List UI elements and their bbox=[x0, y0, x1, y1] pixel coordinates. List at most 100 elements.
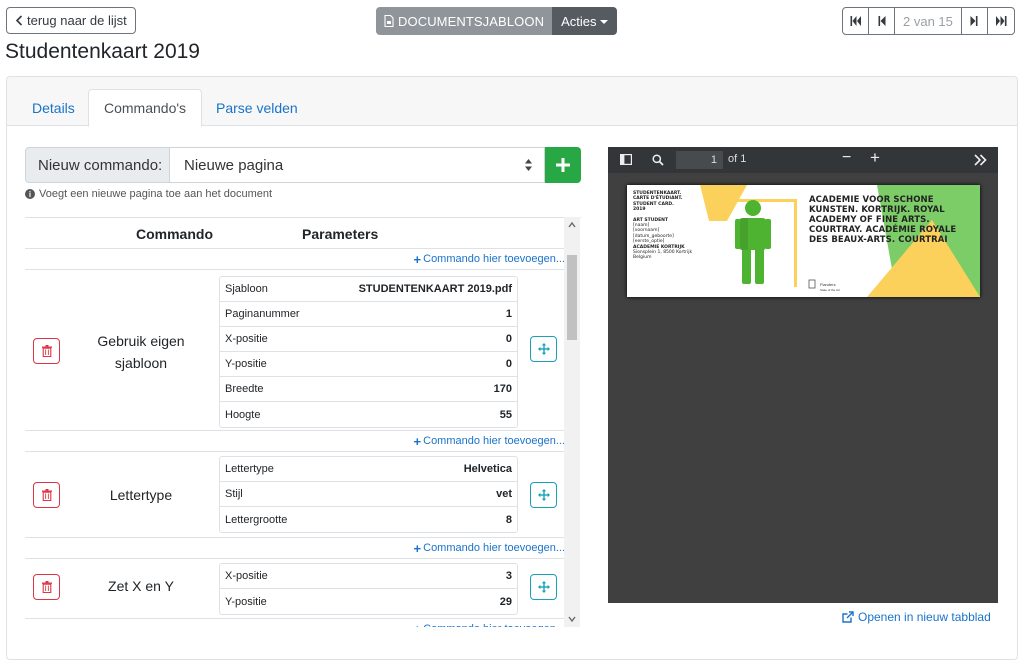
document-template-button[interactable]: DOCUMENTSJABLOON bbox=[376, 7, 553, 35]
move-command-button[interactable] bbox=[530, 336, 557, 362]
plus-icon: + bbox=[413, 251, 422, 267]
zoom-out-icon[interactable]: − bbox=[842, 149, 851, 167]
command-help-text: i Voegt een nieuwe pagina toe aan het do… bbox=[25, 188, 272, 200]
sidebar-toggle-icon[interactable] bbox=[620, 154, 632, 165]
plus-icon: + bbox=[413, 433, 422, 449]
parameter-value: vet bbox=[496, 488, 512, 500]
plus-icon: + bbox=[414, 622, 422, 628]
table-row: Lettertype Lettertype Helvetica Stijl vet … bbox=[25, 452, 565, 538]
tab-commands[interactable]: Commando's bbox=[88, 89, 203, 127]
tab-parse-fields[interactable]: Parse velden bbox=[201, 89, 313, 126]
new-command-select[interactable]: Nieuwe pagina bbox=[170, 147, 545, 183]
scrollbar-thumb[interactable] bbox=[567, 255, 577, 340]
last-record-button[interactable] bbox=[988, 8, 1014, 34]
new-command-selected: Nieuwe pagina bbox=[184, 156, 284, 174]
parameter-row: Lettergrootte 8 bbox=[220, 507, 517, 532]
file-pdf-icon bbox=[384, 15, 394, 27]
new-command-label: Nieuw commando: bbox=[25, 147, 170, 183]
first-page-icon bbox=[850, 16, 861, 26]
parameter-row: Y-positie 29 bbox=[220, 589, 517, 614]
parameter-value: STUDENTENKAART 2019.pdf bbox=[358, 283, 512, 295]
pdf-page-input[interactable]: 1 bbox=[676, 151, 723, 169]
parameter-row: X-positie 0 bbox=[220, 327, 517, 352]
parameter-value: 1 bbox=[505, 308, 512, 320]
pdf-viewer: 1 of 1 − + STUDENTENKAART. CARTE D'ÉTUDI… bbox=[608, 147, 998, 603]
command-name: Gebruik eigen sjabloon bbox=[97, 333, 185, 371]
document-template-label: DOCUMENTSJABLOON bbox=[398, 13, 545, 29]
parameters-table: X-positie 3 Y-positie 29 bbox=[219, 563, 518, 615]
tab-details[interactable]: Details bbox=[17, 89, 90, 126]
command-table: Commando Parameters + Commando hier toevo… bbox=[25, 217, 581, 627]
add-command-here-label: Commando hier toevoegen... bbox=[423, 253, 565, 265]
tab-bar: Details Commando's Parse velden bbox=[7, 77, 1017, 127]
move-command-button[interactable] bbox=[530, 574, 557, 600]
parameter-value: 55 bbox=[499, 408, 512, 421]
parameter-row: Stijl vet bbox=[220, 482, 517, 507]
actions-label: Acties bbox=[561, 13, 597, 29]
add-command-here-link[interactable]: +Commando hier toevoegen... bbox=[25, 249, 565, 270]
open-in-new-tab-link[interactable]: Openen in nieuw tabblad bbox=[842, 610, 991, 624]
back-to-list-button[interactable]: terug naar de lijst bbox=[6, 7, 136, 34]
external-link-icon bbox=[842, 611, 854, 623]
column-header-parameters: Parameters bbox=[302, 226, 379, 242]
plus-icon bbox=[556, 158, 570, 172]
parameter-value: 0 bbox=[505, 358, 512, 370]
parameters-table: Lettertype Helvetica Stijl vet Lettergroot… bbox=[219, 456, 518, 533]
last-page-icon bbox=[995, 16, 1007, 26]
document-actions-group: DOCUMENTSJABLOON Acties bbox=[376, 7, 618, 35]
parameter-row: Y-positie 0 bbox=[220, 352, 517, 377]
new-command-group: Nieuw commando: Nieuwe pagina bbox=[25, 147, 581, 183]
parameter-key: Sjabloon bbox=[225, 283, 268, 295]
command-name: Zet X en Y bbox=[108, 578, 174, 594]
card-address: Belgium bbox=[633, 255, 652, 261]
move-arrows-icon bbox=[537, 343, 550, 355]
parameter-key: Stijl bbox=[225, 488, 243, 500]
parameter-row: Hoogte 55 bbox=[220, 402, 517, 427]
scroll-up-icon[interactable] bbox=[568, 221, 576, 229]
page-title: Studentenkaart 2019 bbox=[5, 40, 200, 63]
pdf-page-total: of 1 bbox=[728, 153, 747, 165]
add-command-here-label: Commando hier toevoegen... bbox=[423, 623, 565, 627]
move-arrows-icon bbox=[537, 489, 550, 501]
add-command-here-link[interactable]: +Commando hier toevoegen... bbox=[25, 538, 565, 559]
table-row: Gebruik eigen sjabloon Sjabloon STUDENTEN… bbox=[25, 270, 565, 431]
parameter-row: Breedte 170 bbox=[220, 377, 517, 402]
caret-down-icon bbox=[600, 19, 609, 24]
column-header-command: Commando bbox=[136, 226, 213, 242]
flanders-label: Flanders bbox=[820, 282, 836, 287]
parameter-key: Breedte bbox=[225, 383, 264, 395]
card-flanders-logo: Flanders State of the Art bbox=[820, 282, 840, 292]
command-table-scrollbar[interactable] bbox=[564, 217, 580, 627]
move-arrows-icon bbox=[537, 581, 550, 593]
previous-record-button[interactable] bbox=[869, 8, 895, 34]
trash-icon bbox=[41, 581, 52, 593]
parameter-key: Lettertype bbox=[225, 463, 274, 475]
pdf-toolbar: 1 of 1 − + bbox=[608, 147, 998, 173]
delete-command-button[interactable] bbox=[33, 338, 60, 364]
add-command-here-link[interactable]: +Commando hier toevoegen... bbox=[25, 619, 565, 628]
parameter-value: 3 bbox=[505, 570, 512, 582]
scroll-down-icon[interactable] bbox=[568, 615, 576, 623]
parameter-row: X-positie 3 bbox=[220, 564, 517, 589]
record-pager: 2 van 15 bbox=[842, 7, 1015, 35]
parameter-key: Y-positie bbox=[225, 358, 267, 370]
open-in-new-tab-label: Openen in nieuw tabblad bbox=[858, 610, 991, 624]
add-command-here-label: Commando hier toevoegen... bbox=[423, 542, 565, 554]
more-tools-icon[interactable] bbox=[974, 154, 987, 166]
next-record-button[interactable] bbox=[962, 8, 988, 34]
zoom-in-icon[interactable]: + bbox=[870, 148, 880, 168]
delete-command-button[interactable] bbox=[33, 482, 60, 508]
search-icon[interactable] bbox=[652, 154, 664, 166]
move-command-button[interactable] bbox=[530, 482, 557, 508]
add-command-here-label: Commando hier toevoegen... bbox=[423, 435, 565, 447]
add-command-button[interactable] bbox=[545, 147, 581, 183]
editor-card: Details Commando's Parse velden Nieuw co… bbox=[6, 76, 1018, 660]
actions-dropdown-button[interactable]: Acties bbox=[552, 7, 618, 35]
first-record-button[interactable] bbox=[843, 8, 869, 34]
parameter-row: Paginanummer 1 bbox=[220, 302, 517, 327]
parameter-row: Lettertype Helvetica bbox=[220, 457, 517, 482]
parameter-key: Y-positie bbox=[225, 595, 267, 608]
add-command-here-link[interactable]: +Commando hier toevoegen... bbox=[25, 431, 565, 452]
delete-command-button[interactable] bbox=[33, 574, 60, 600]
parameter-key: Hoogte bbox=[225, 408, 261, 421]
